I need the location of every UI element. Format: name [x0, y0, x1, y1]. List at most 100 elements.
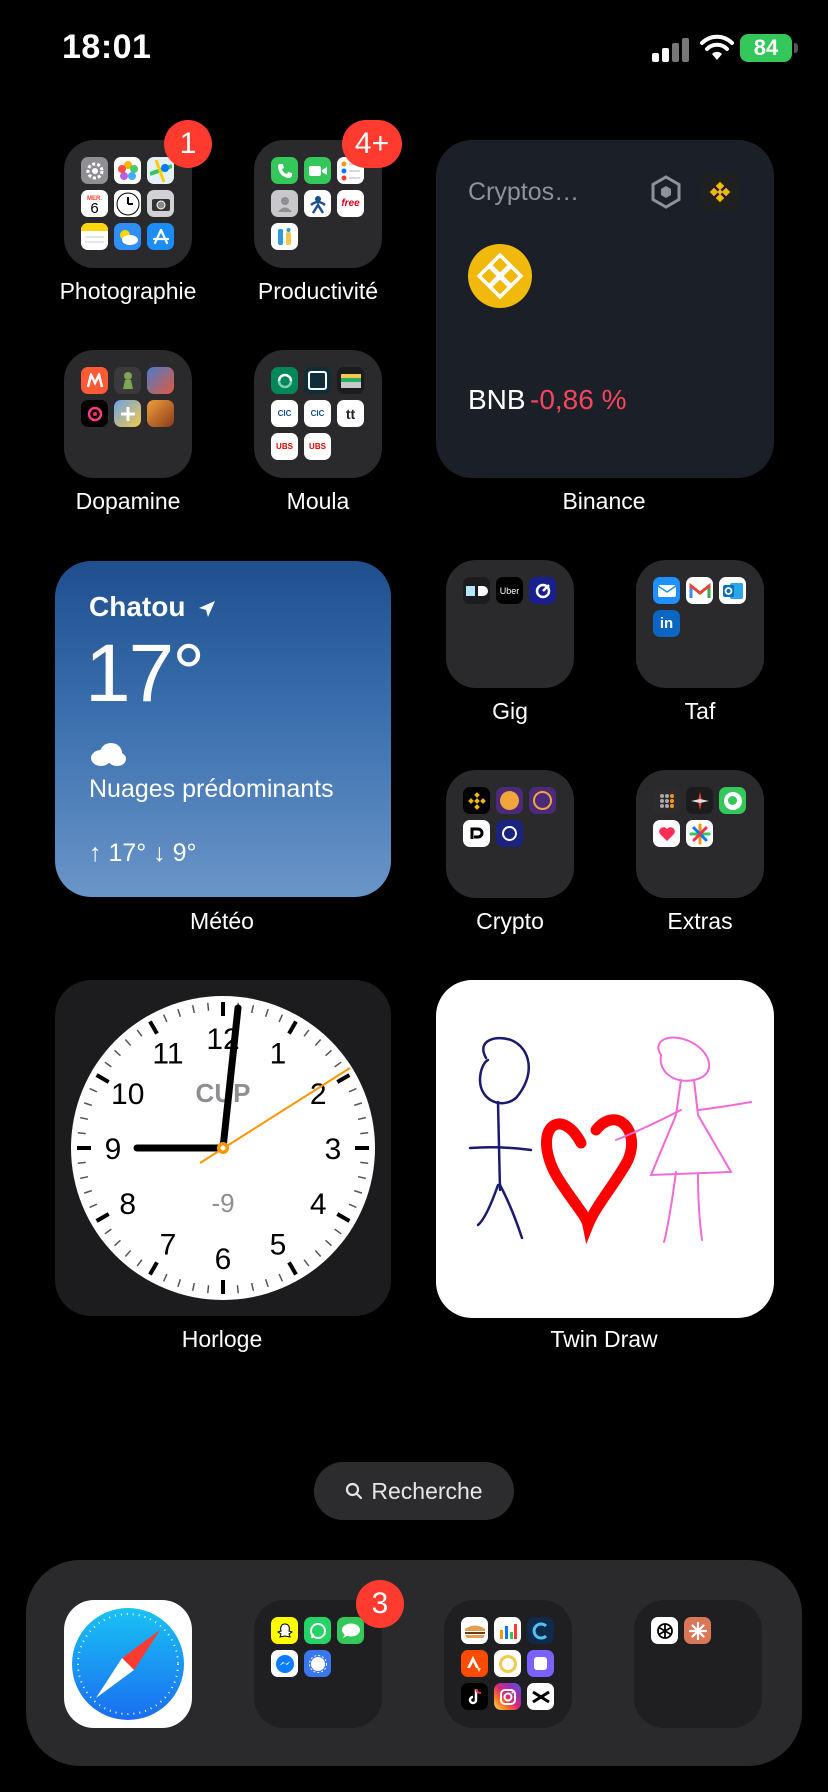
capcut-app-icon	[527, 1683, 554, 1710]
bnb-coin-icon	[468, 244, 532, 308]
snapchat-app-icon	[271, 1617, 298, 1644]
clock-tick	[206, 1285, 210, 1294]
ubs-app-1-icon: UBS	[271, 433, 298, 460]
purple-app-icon	[527, 1650, 554, 1677]
clock-widget[interactable]: 12 1 2 3 4 5 6 7 8 9 10 11 CUP -9	[55, 980, 391, 1316]
tt-app-icon: tt	[337, 400, 364, 427]
search-icon	[346, 1482, 363, 1500]
dock-folder-ai[interactable]	[634, 1600, 762, 1728]
dopamine-app-1-icon	[81, 367, 108, 394]
notification-badge: 4+	[342, 120, 402, 168]
free-app-icon: free	[337, 190, 364, 217]
c-app-icon	[527, 1617, 554, 1644]
folder-dopamine[interactable]	[64, 350, 192, 478]
clock-number: 2	[310, 1078, 327, 1111]
analog-clock-face: 12 1234567891011 CUP -9	[71, 996, 375, 1300]
clock-number: 11	[152, 1038, 183, 1071]
search-label: Recherche	[371, 1477, 483, 1504]
phone-app-icon	[271, 157, 298, 184]
clock-number: 8	[119, 1188, 136, 1221]
clock-tick	[77, 1131, 86, 1135]
game-app-2-icon	[114, 400, 141, 427]
gmail-app-icon	[686, 577, 713, 604]
location-arrow-icon	[199, 600, 216, 617]
health-app-icon	[653, 820, 680, 847]
messages-app-icon	[337, 1617, 364, 1644]
folder-gig[interactable]: Uber	[446, 560, 574, 688]
clock-number: 7	[160, 1228, 177, 1261]
search-button[interactable]: Recherche	[314, 1462, 514, 1520]
outlook-app-icon	[719, 577, 746, 604]
wifi-icon	[700, 34, 734, 60]
calendar-app-icon: MER. 6	[81, 190, 108, 217]
messenger-app-icon	[271, 1650, 298, 1677]
chess-app-icon	[114, 367, 141, 394]
clock-number: 4	[310, 1188, 327, 1221]
folder-label: Extras	[667, 908, 733, 934]
game-app-1-icon	[147, 367, 174, 394]
weather-condition: Nuages prédominants	[89, 775, 334, 803]
folder-label: Taf	[684, 698, 716, 724]
safari-app-icon[interactable]	[64, 1600, 192, 1728]
app-store-icon	[147, 223, 174, 250]
compass-app-icon	[686, 787, 713, 814]
city-name: Chatou	[89, 591, 186, 622]
weather-app-icon	[114, 223, 141, 250]
folder-label: Photographie	[59, 278, 197, 304]
folder-label: Productivité	[257, 278, 379, 304]
contacts-app-icon	[271, 190, 298, 217]
clock-number: 10	[111, 1078, 144, 1111]
signal-app-icon	[304, 1650, 331, 1677]
twin-draw-widget[interactable]	[436, 980, 774, 1318]
folder-moula[interactable]: CIC CIC tt UBS UBS	[254, 350, 382, 478]
coin-change: -0,86 %	[530, 384, 627, 415]
coin-symbol: BNB	[468, 384, 526, 415]
clock-number: 6	[215, 1243, 232, 1276]
clock-tick	[360, 1131, 369, 1135]
clock-number: 9	[105, 1133, 122, 1166]
weather-widget[interactable]: Chatou 17° Nuages prédominants ↑ 17° ↓ 9…	[55, 561, 391, 897]
folder-crypto[interactable]	[446, 770, 574, 898]
folder-label: Moula	[286, 488, 350, 514]
clock-number: 5	[270, 1228, 287, 1261]
calculator-app-icon	[653, 787, 680, 814]
whatsapp-app-icon	[304, 1617, 331, 1644]
uber-app-icon: Uber	[496, 577, 523, 604]
gig-app-1-icon	[463, 577, 490, 604]
weather-range: ↑ 17° ↓ 9°	[89, 839, 197, 867]
dock-folder-social[interactable]	[444, 1600, 572, 1728]
weather-city: Chatou	[89, 591, 217, 623]
widget-label: Binance	[562, 488, 646, 514]
photos-app-icon	[114, 157, 141, 184]
red-heart	[541, 1114, 638, 1245]
hexagon-icon	[651, 175, 681, 209]
cellular-signal-icon	[652, 36, 689, 62]
facetime-app-icon	[304, 157, 331, 184]
blue-stick-figure	[468, 1036, 533, 1240]
crypto-app-5-icon	[496, 820, 523, 847]
notification-badge: 3	[356, 1580, 404, 1628]
folder-extras[interactable]	[636, 770, 764, 898]
status-time: 18:01	[62, 28, 152, 66]
stats-app-icon	[494, 1617, 521, 1644]
binance-widget[interactable]: Cryptos… BNB -0,86 %	[436, 140, 774, 478]
cic-pay-app-icon: CIC	[304, 400, 331, 427]
ubs-app-2-icon: UBS	[304, 433, 331, 460]
folder-taf[interactable]: in	[636, 560, 764, 688]
battery-nub	[794, 43, 798, 53]
strava-app-icon	[461, 1650, 488, 1677]
widget-label: Météo	[190, 908, 254, 934]
calendar-day: 6	[90, 199, 99, 217]
pinwheel-app-icon	[686, 820, 713, 847]
clock-app-icon	[114, 190, 141, 217]
claude-app-icon	[684, 1617, 711, 1644]
compass-icon	[72, 1608, 184, 1720]
widget-label: Horloge	[181, 1326, 263, 1352]
settings-app-icon	[81, 157, 108, 184]
tiktok-app-icon	[81, 400, 108, 427]
clock-offset: -9	[211, 1188, 234, 1218]
dock: 3	[26, 1560, 802, 1766]
clock-number: 1	[270, 1038, 287, 1071]
chatgpt-app-icon	[651, 1617, 678, 1644]
crypto-app-4-icon	[463, 820, 490, 847]
